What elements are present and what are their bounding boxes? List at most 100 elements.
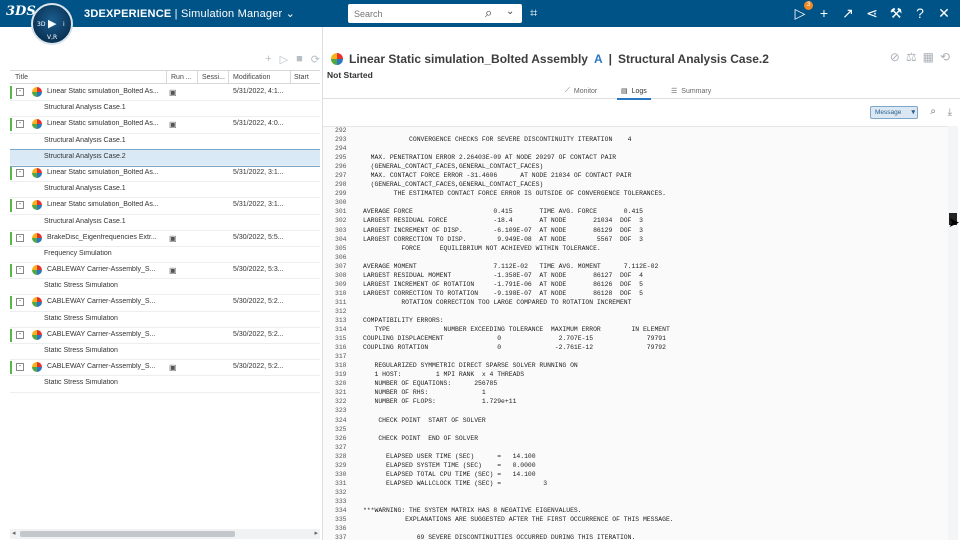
refresh-icon[interactable]: ⟳ [311,53,320,66]
view-tabs: ⟋ Monitor ▤ Logs ☰ Summary [323,85,960,100]
tag-icon[interactable]: ⌗ [530,5,537,21]
compass-icon[interactable]: 3D i V,R ▶ [31,3,73,45]
chat-icon[interactable]: ▷ 3 [792,1,813,24]
tree-parent-row[interactable]: - Linear Static simulation_Bolted As... 5/… [10,166,320,183]
row-title: Linear Static simulation_Bolted As... [47,88,159,95]
collapse-toggle-icon[interactable]: - [16,363,24,372]
download-icon[interactable]: ⤓ [948,107,952,118]
row-title: Static Stress Simulation [44,314,118,322]
line-text: ROTATION CORRECTION TOO LARGE COMPARED T… [363,298,632,306]
add-icon[interactable]: + [265,53,271,66]
tree-parent-row[interactable]: - CABLEWAY Carrier-Assembly_S... ▣ 5/30/202… [10,263,320,280]
row-modification: 5/31/2022, 3:1... [233,168,284,176]
status-bar [10,118,12,132]
tab-summary[interactable]: ☰ Summary [671,87,711,96]
log-line: 311 ROTATION CORRECTION TOO LARGE COMPAR… [323,299,948,308]
tab-monitor[interactable]: ⟋ Monitor [565,87,597,95]
collapse-toggle-icon[interactable]: - [16,168,24,177]
run-status-icon: ▣ [169,266,177,276]
line-number: 308 [335,271,347,279]
tree-child-row[interactable]: Structural Analysis Case.1 [10,134,320,150]
line-number: 318 [335,362,347,370]
line-number: 323 [335,407,347,415]
collapse-toggle-icon[interactable]: - [16,120,24,129]
network-icon[interactable]: ⋖ [864,4,880,24]
tab-logs[interactable]: ▤ Logs [617,87,651,100]
tools-icon[interactable]: ⚒ [888,4,904,24]
line-number: 310 [335,289,347,297]
share-icon[interactable]: ↗ [840,4,856,24]
column-run[interactable]: Run ... [171,74,192,81]
tree-child-row[interactable]: Static Stress Simulation [10,312,320,328]
line-text: EXPLANATIONS ARE SUGGESTED AFTER THE FIR… [363,516,674,524]
tree-child-row[interactable]: Frequency Simulation [10,247,320,264]
column-title[interactable]: Title [15,74,28,81]
log-viewer[interactable]: 292 293 CONVERGENCE CHECKS FOR SEVERE DIS… [323,126,948,540]
log-line: 295 MAX. PENETRATION ERROR 2.26403E-09 A… [323,154,948,163]
column-modification[interactable]: Modification [233,74,270,81]
collapse-toggle-icon[interactable]: - [16,330,24,339]
collapse-icon[interactable]: ✕ [936,4,952,24]
search-icon[interactable]: ⌕ [930,106,936,117]
tree-child-row[interactable]: Structural Analysis Case.1 [10,182,320,199]
line-number: 296 [335,163,347,171]
sync-icon[interactable]: ⟲ [940,50,950,64]
title-main: Linear Static simulation_Bolted Assembly [349,52,588,66]
log-scrollbar[interactable] [948,126,958,540]
collapse-toggle-icon[interactable]: - [16,201,24,210]
tree-child-row[interactable]: Structural Analysis Case.1 [10,101,320,118]
column-session[interactable]: Sessi... [202,74,225,81]
run-icon[interactable]: ▷ [280,53,288,66]
search-input[interactable] [354,6,474,21]
app-title[interactable]: 3DEXPERIENCE | Simulation Manager ⌄ [84,7,295,20]
collapse-toggle-icon[interactable]: - [16,233,24,242]
tree-parent-row[interactable]: - CABLEWAY Carrier-Assembly_S... 5/30/2022… [10,328,320,344]
scroll-right-icon[interactable]: ▸ [314,529,318,537]
horizontal-scrollbar[interactable]: ◂ ▸ [10,529,320,539]
log-line: 313 COMPATIBILITY ERRORS: [323,317,948,326]
mouse-cursor-icon: ➤ [948,214,960,230]
log-line: 335 EXPLANATIONS ARE SUGGESTED AFTER THE… [323,516,948,525]
compare-icon[interactable]: ⚖ [906,50,917,64]
tree-child-row[interactable]: Static Stress Simulation [10,279,320,296]
line-text: ***WARNING: THE SYSTEM MATRIX HAS 8 NEGA… [363,506,582,514]
row-title: CABLEWAY Carrier-Assembly_S... [47,266,156,274]
search-dropdown-icon[interactable]: ⌄ [506,6,514,17]
tree-parent-row[interactable]: - CABLEWAY Carrier-Assembly_S... 5/30/2022… [10,295,320,312]
search-box: ⌕ ⌄ [348,4,522,23]
disabled-action-icon[interactable]: ⊘ [890,50,900,64]
line-number: 317 [335,353,347,361]
message-filter-select[interactable]: Message ▾ [870,106,918,119]
tree-child-row[interactable]: Static Stress Simulation [10,344,320,361]
chart-icon: ⟋ [565,87,570,94]
row-title: Structural Analysis Case.1 [44,104,126,112]
line-text: CONVERGENCE CHECKS FOR SEVERE DISCONTINU… [363,136,632,144]
add-icon[interactable]: + [816,4,832,24]
help-icon[interactable]: ? [912,4,928,24]
search-icon[interactable]: ⌕ [485,5,492,21]
scrollbar-thumb[interactable] [20,531,235,537]
stop-icon[interactable]: ■ [296,53,303,66]
collapse-toggle-icon[interactable]: - [16,266,24,275]
tree-parent-row[interactable]: - Linear Static simulation_Bolted As... ▣ 5… [10,117,320,134]
tree-parent-row[interactable]: - CABLEWAY Carrier-Assembly_S... ▣ 5/30/202… [10,360,320,377]
tree-child-row[interactable]: Static Stress Simulation [10,376,320,393]
simulation-icon [32,167,42,178]
3ds-logo-icon[interactable]: 3DS [6,4,36,24]
column-start[interactable]: Start [294,74,309,81]
collapse-toggle-icon[interactable]: - [16,88,24,96]
tree-child-row[interactable]: Structural Analysis Case.1 [10,215,320,231]
tree-parent-row[interactable]: - Linear Static simulation_Bolted As... 5/… [10,198,320,215]
scroll-left-icon[interactable]: ◂ [12,529,16,537]
row-modification: 5/30/2022, 5:3... [233,266,284,274]
table-icon[interactable]: ▦ [923,50,934,64]
collapse-toggle-icon[interactable]: - [16,298,24,307]
line-number: 334 [335,506,347,514]
tree-parent-row[interactable]: - BrakeDisc_Eigenfrequencies Extr... ▣ 5/30… [10,231,320,247]
log-line: 333 [323,498,948,507]
line-number: 328 [335,452,347,460]
log-line: 328 ELAPSED USER TIME (SEC) = 14.100 [323,453,948,462]
tree-child-row[interactable]: Structural Analysis Case.2 [10,148,320,167]
line-number: 316 [335,344,347,352]
tree-parent-row[interactable]: - Linear Static simulation_Bolted As... ▣ 5… [10,85,320,102]
